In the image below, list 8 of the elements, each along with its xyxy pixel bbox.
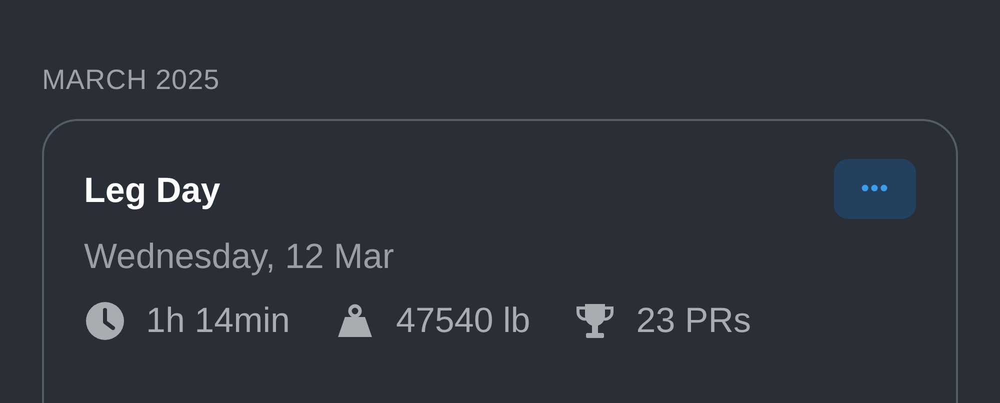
stat-value: 47540 lb	[396, 300, 530, 342]
stat-value: 23 PRs	[636, 300, 752, 342]
workout-date: Wednesday, 12 Mar	[84, 236, 394, 278]
more-button[interactable]: •••	[834, 159, 916, 219]
clock-icon	[84, 300, 126, 342]
stat-value: 1h 14min	[146, 300, 290, 342]
workout-title: Leg Day	[84, 170, 220, 212]
section-heading: MARCH 2025	[42, 63, 220, 97]
